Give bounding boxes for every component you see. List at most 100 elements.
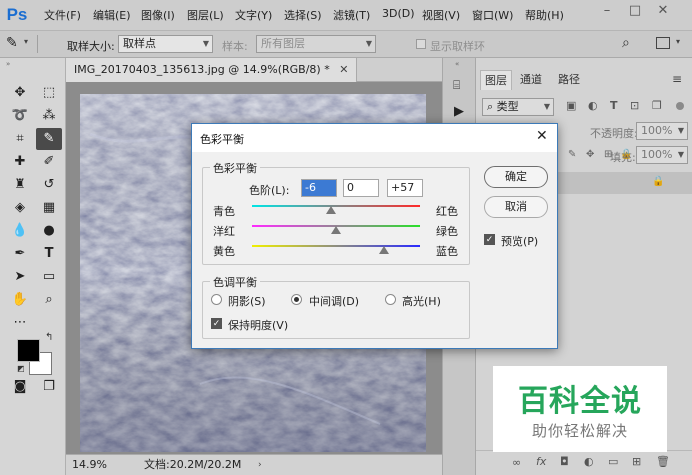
- menu-file[interactable]: 文件(F): [44, 7, 81, 23]
- crop-tool-icon[interactable]: ⌗: [7, 128, 33, 150]
- menu-help[interactable]: 帮助(H): [525, 7, 564, 23]
- default-colors-icon[interactable]: ◩: [17, 364, 25, 373]
- yellow-blue-slider-thumb[interactable]: [378, 246, 389, 254]
- filter-shape-icon[interactable]: ⊡: [630, 99, 639, 112]
- magenta-green-level-input[interactable]: 0: [343, 179, 379, 197]
- lock-pixels-icon[interactable]: ✎: [568, 149, 576, 160]
- dodge-tool-icon[interactable]: ●: [36, 220, 62, 242]
- clone-stamp-tool-icon[interactable]: ♜: [7, 174, 33, 196]
- document-tab[interactable]: IMG_20170403_135613.jpg @ 14.9%(RGB/8) *…: [66, 58, 358, 82]
- menu-window[interactable]: 窗口(W): [472, 7, 513, 23]
- status-menu-chevron-icon[interactable]: ›: [258, 455, 262, 475]
- opacity-field[interactable]: 100% ▼: [636, 122, 688, 140]
- cyan-red-track[interactable]: [252, 205, 420, 207]
- history-brush-tool-icon[interactable]: ↺: [36, 174, 62, 196]
- new-layer-icon[interactable]: ⊞: [632, 455, 641, 468]
- menu-view[interactable]: 视图(V): [422, 7, 460, 23]
- healing-brush-tool-icon[interactable]: ✚: [7, 151, 33, 173]
- menu-image[interactable]: 图像(I): [141, 7, 175, 23]
- filter-pixel-icon[interactable]: ▣: [566, 99, 576, 112]
- add-mask-icon[interactable]: ◘: [560, 455, 569, 468]
- yellow-blue-level-input[interactable]: +57: [387, 179, 423, 197]
- menu-edit[interactable]: 编辑(E): [93, 7, 131, 23]
- marquee-tool-icon[interactable]: ⬚: [36, 82, 62, 104]
- shadows-label[interactable]: 阴影(S): [228, 293, 266, 309]
- preserve-luminosity-checkbox[interactable]: ✓: [211, 318, 222, 329]
- menu-select[interactable]: 选择(S): [284, 7, 322, 23]
- sample-size-select[interactable]: 取样点 ▼: [118, 35, 213, 53]
- filter-adjustment-icon[interactable]: ◐: [588, 99, 598, 112]
- panel-menu-icon[interactable]: ≡: [672, 72, 682, 86]
- maximize-icon[interactable]: □: [628, 4, 642, 18]
- eraser-tool-icon[interactable]: ◈: [7, 197, 33, 219]
- tool-preset-chevron-icon[interactable]: ▾: [24, 37, 28, 46]
- menu-filter[interactable]: 滤镜(T): [333, 7, 370, 23]
- cyan-red-level-input[interactable]: -6: [301, 179, 337, 197]
- filter-toggle-icon[interactable]: [676, 102, 684, 110]
- eyedropper-tool-icon[interactable]: ✎: [6, 35, 18, 51]
- tab-layers[interactable]: 图层: [480, 70, 512, 90]
- actions-play-icon[interactable]: ▶: [454, 104, 464, 119]
- path-selection-tool-icon[interactable]: ➤: [7, 266, 33, 288]
- move-tool-icon[interactable]: ✥: [7, 82, 33, 104]
- quick-mask-icon[interactable]: ◙: [7, 376, 33, 398]
- ok-button[interactable]: 确定: [484, 166, 548, 188]
- lasso-tool-icon[interactable]: ➰: [7, 105, 33, 127]
- preview-checkbox[interactable]: ✓: [484, 234, 495, 245]
- cancel-button[interactable]: 取消: [484, 196, 548, 218]
- midtones-radio[interactable]: [291, 294, 302, 305]
- layer-style-icon[interactable]: fx: [536, 455, 546, 468]
- preserve-luminosity-label[interactable]: 保持明度(V): [228, 317, 288, 333]
- yellow-blue-track[interactable]: [252, 245, 420, 247]
- brush-tool-icon[interactable]: ✐: [36, 151, 62, 173]
- collapse-icon[interactable]: »: [6, 60, 10, 68]
- show-ring-checkbox[interactable]: [416, 39, 426, 49]
- link-layers-icon[interactable]: ∞: [512, 456, 521, 469]
- close-tab-icon[interactable]: ✕: [339, 63, 348, 76]
- delete-layer-icon[interactable]: 🗑: [656, 455, 670, 468]
- zoom-tool-icon[interactable]: ⌕: [36, 289, 62, 311]
- new-group-icon[interactable]: ▭: [608, 455, 618, 468]
- workspace-icon[interactable]: [656, 37, 670, 49]
- search-icon[interactable]: ⌕: [622, 35, 630, 51]
- zoom-level[interactable]: 14.9%: [72, 455, 107, 475]
- magenta-green-slider-thumb[interactable]: [331, 226, 341, 234]
- swap-colors-icon[interactable]: ↰: [45, 332, 53, 343]
- rectangle-tool-icon[interactable]: ▭: [36, 266, 62, 288]
- menu-layer[interactable]: 图层(L): [187, 7, 224, 23]
- filter-type-icon[interactable]: T: [610, 99, 618, 112]
- magic-wand-tool-icon[interactable]: ⁂: [36, 105, 62, 127]
- foreground-color-swatch[interactable]: [17, 339, 40, 362]
- type-tool-icon[interactable]: T: [36, 243, 62, 265]
- fill-field[interactable]: 100% ▼: [636, 146, 688, 164]
- preview-label[interactable]: 预览(P): [501, 233, 538, 249]
- close-icon[interactable]: ✕: [536, 128, 548, 144]
- history-panel-icon[interactable]: ⌸: [453, 78, 460, 93]
- workspace-chevron-icon[interactable]: ▾: [676, 37, 680, 46]
- lock-position-icon[interactable]: ✥: [586, 149, 594, 160]
- menu-type[interactable]: 文字(Y): [235, 7, 272, 23]
- pen-tool-icon[interactable]: ✒: [7, 243, 33, 265]
- expand-panels-icon[interactable]: «: [455, 60, 459, 68]
- new-adjustment-icon[interactable]: ◐: [584, 455, 594, 468]
- minimize-icon[interactable]: –: [600, 4, 614, 18]
- midtones-label[interactable]: 中间调(D): [309, 293, 359, 309]
- highlights-label[interactable]: 高光(H): [402, 293, 441, 309]
- highlights-radio[interactable]: [385, 294, 396, 305]
- dialog-title-bar[interactable]: 色彩平衡 ✕: [192, 124, 557, 152]
- close-window-icon[interactable]: ✕: [656, 4, 670, 18]
- more-tools-icon[interactable]: ⋯: [7, 312, 33, 334]
- cyan-red-slider-thumb[interactable]: [325, 206, 336, 214]
- tab-channels[interactable]: 通道: [516, 70, 546, 90]
- filter-smart-object-icon[interactable]: ❐: [652, 99, 662, 112]
- gradient-tool-icon[interactable]: ▦: [36, 197, 62, 219]
- blur-tool-icon[interactable]: 💧: [7, 220, 33, 242]
- shadows-radio[interactable]: [211, 294, 222, 305]
- layer-filter-select[interactable]: ⌕ 类型 ▼: [482, 98, 554, 116]
- tab-paths[interactable]: 路径: [554, 70, 584, 90]
- menu-3d[interactable]: 3D(D): [382, 7, 415, 20]
- eyedropper-tool-icon[interactable]: ✎: [36, 128, 62, 150]
- hand-tool-icon[interactable]: ✋: [7, 289, 33, 311]
- sample-select[interactable]: 所有图层 ▼: [256, 35, 376, 53]
- screen-mode-icon[interactable]: ❐: [36, 376, 62, 398]
